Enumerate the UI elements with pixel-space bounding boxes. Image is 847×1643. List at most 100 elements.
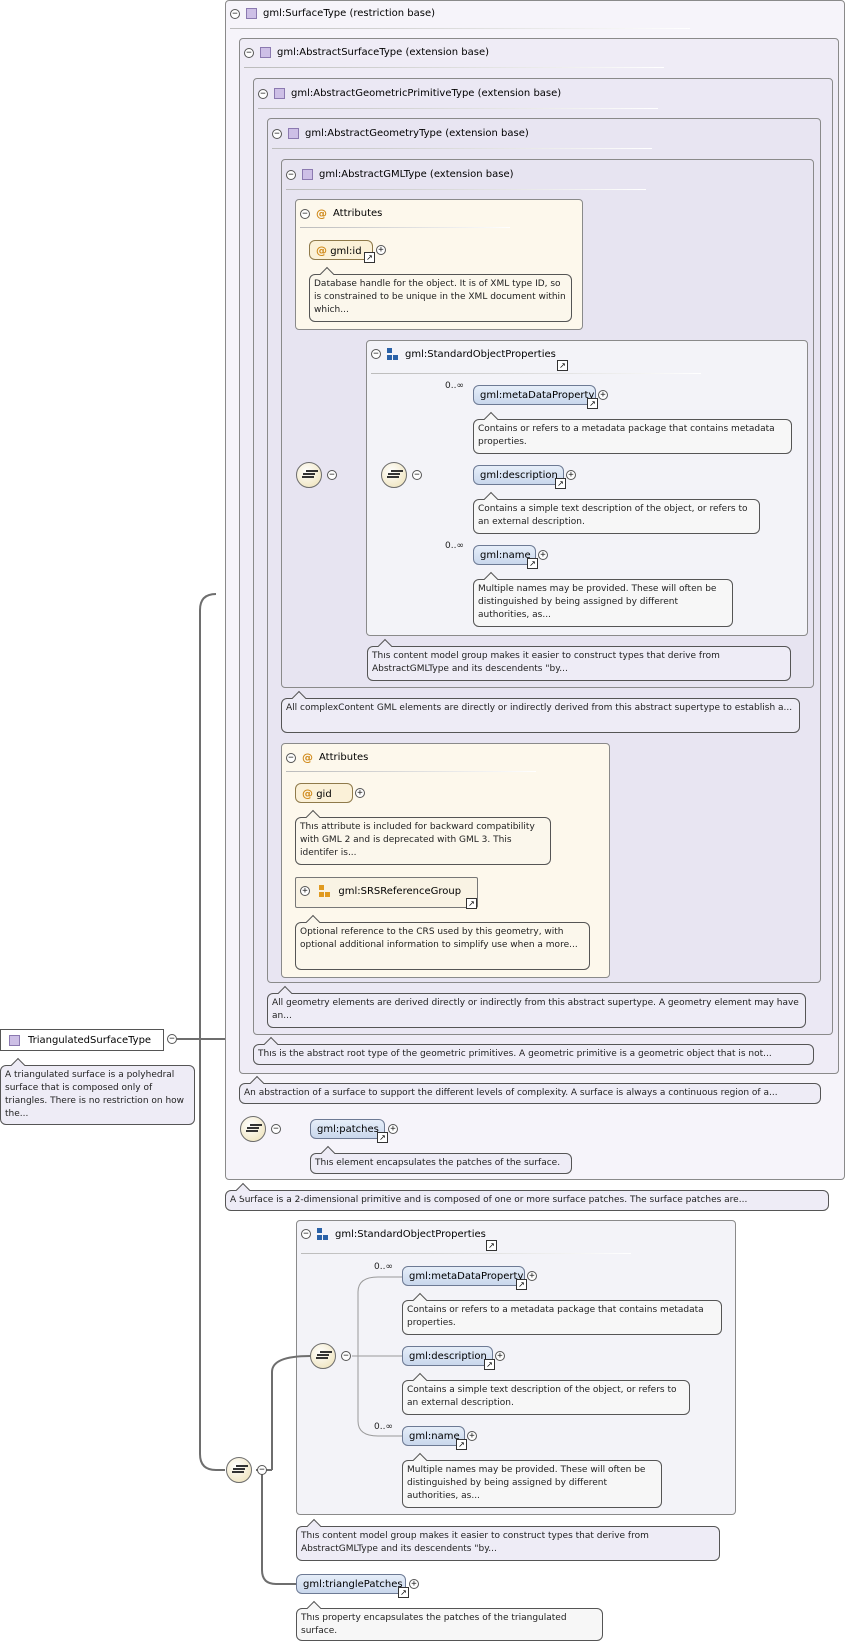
abstract-surface-header: − gml:AbstractSurfaceType (extension bas… [244, 47, 489, 58]
cardinality: 0..∞ [374, 1262, 393, 1272]
sequence-icon[interactable] [240, 1116, 266, 1142]
abstract-geo-prim-doc: This is the abstract root type of the ge… [253, 1044, 814, 1065]
abstract-gml-label: gml:AbstractGMLType (extension base) [319, 169, 514, 180]
patches-element[interactable]: gml:patches [310, 1119, 385, 1139]
description-element[interactable]: gml:description [473, 465, 564, 485]
meta-data-property-doc: Contains or refers to a metadata package… [402, 1300, 722, 1335]
attribute-icon: @ [316, 244, 327, 257]
collapse-icon[interactable]: − [341, 1351, 351, 1361]
attributes-header: − @ Attributes [286, 751, 368, 764]
collapse-icon[interactable]: − [230, 8, 240, 19]
srs-reference-group[interactable]: + gml:SRSReferenceGroup [295, 877, 478, 908]
link-icon[interactable]: ↗ [527, 558, 538, 569]
element-label: gml:name [409, 1431, 460, 1442]
meta-data-property-element[interactable]: gml:metaDataProperty [473, 385, 596, 405]
expand-icon[interactable]: + [538, 550, 548, 560]
collapse-icon[interactable]: − [258, 88, 268, 99]
complex-type-icon [288, 128, 299, 139]
gid-label: gid [316, 789, 332, 800]
collapse-icon[interactable]: − [244, 47, 254, 58]
srs-group-label: gml:SRSReferenceGroup [338, 886, 462, 897]
link-icon[interactable]: ↗ [466, 898, 477, 909]
description-doc: Contains a simple text description of th… [473, 499, 760, 534]
expand-icon[interactable]: + [355, 788, 365, 798]
description-element[interactable]: gml:description [402, 1346, 493, 1366]
collapse-icon[interactable]: − [327, 470, 337, 480]
expand-icon[interactable]: + [566, 470, 576, 480]
collapse-icon[interactable]: − [257, 1465, 267, 1475]
std-obj-props-1-doc: This content model group makes it easier… [367, 646, 791, 681]
link-icon[interactable]: ↗ [486, 1240, 497, 1251]
srs-group-doc: Optional reference to the CRS used by th… [295, 922, 590, 970]
gml-id-doc: Database handle for the object. It is of… [309, 274, 572, 322]
abstract-geo-prim-header: − gml:AbstractGeometricPrimitiveType (ex… [258, 88, 561, 99]
element-label: gml:description [409, 1351, 487, 1362]
link-icon[interactable]: ↗ [555, 478, 566, 489]
patches-doc: This element encapsulates the patches of… [310, 1153, 572, 1174]
link-icon[interactable]: ↗ [557, 360, 568, 371]
expand-icon[interactable]: + [467, 1431, 477, 1441]
element-label: gml:metaDataProperty [480, 390, 595, 401]
gid-doc: This attribute is included for backward … [295, 817, 551, 865]
cardinality: 0..∞ [445, 381, 464, 391]
abstract-geometry-doc: All geometry elements are derived direct… [267, 993, 806, 1028]
link-icon[interactable]: ↗ [587, 398, 598, 409]
root-type-doc: A triangulated surface is a polyhedral s… [0, 1065, 195, 1125]
gid-attribute[interactable]: @ gid [295, 783, 353, 803]
group-label: gml:StandardObjectProperties [405, 348, 556, 360]
complex-type-icon [246, 8, 257, 19]
abstract-surface-doc: An abstraction of a surface to support t… [239, 1083, 821, 1104]
sequence-icon[interactable] [226, 1457, 252, 1483]
sequence-icon[interactable] [381, 462, 407, 488]
collapse-icon[interactable]: − [412, 470, 422, 480]
collapse-icon[interactable]: − [371, 349, 381, 359]
link-icon[interactable]: ↗ [377, 1132, 388, 1143]
link-icon[interactable]: ↗ [516, 1279, 527, 1290]
expand-icon[interactable]: + [388, 1124, 398, 1134]
abstract-geometry-header: − gml:AbstractGeometryType (extension ba… [272, 128, 529, 139]
expand-icon[interactable]: + [300, 886, 310, 896]
gml-name-doc: Multiple names may be provided. These wi… [402, 1460, 662, 1508]
std-obj-props-2-doc: This content model group makes it easier… [296, 1526, 720, 1561]
link-icon[interactable]: ↗ [484, 1359, 495, 1370]
expand-icon[interactable]: + [409, 1579, 419, 1589]
collapse-icon[interactable]: − [300, 208, 310, 219]
expand-icon[interactable]: + [495, 1351, 505, 1361]
expand-icon[interactable]: + [527, 1271, 537, 1281]
meta-data-property-element[interactable]: gml:metaDataProperty [402, 1266, 525, 1286]
abstract-surface-label: gml:AbstractSurfaceType (extension base) [277, 47, 490, 58]
collapse-icon[interactable]: − [271, 1124, 281, 1134]
complex-type-icon [9, 1034, 20, 1046]
gml-name-doc: Multiple names may be provided. These wi… [473, 579, 733, 627]
link-icon[interactable]: ↗ [456, 1439, 467, 1450]
attribute-group-icon [319, 885, 331, 897]
complex-type-icon [260, 47, 271, 58]
collapse-icon[interactable]: − [286, 752, 296, 763]
surface-type-header: − gml:SurfaceType (restriction base) [230, 8, 435, 19]
collapse-icon[interactable]: − [272, 128, 282, 139]
triangulated-surface-type-box[interactable]: TriangulatedSurfaceType [0, 1029, 164, 1051]
attribute-icon: @ [302, 751, 313, 764]
surface-type-label: gml:SurfaceType (restriction base) [263, 8, 436, 19]
complex-type-icon [302, 169, 313, 180]
element-label: gml:name [480, 550, 531, 561]
sequence-icon[interactable] [310, 1343, 336, 1369]
root-type-label: TriangulatedSurfaceType [28, 1034, 152, 1046]
collapse-icon[interactable]: − [167, 1034, 177, 1044]
link-icon[interactable]: ↗ [364, 252, 375, 263]
expand-icon[interactable]: + [376, 245, 386, 255]
attributes-label: Attributes [333, 208, 383, 219]
expand-icon[interactable]: + [598, 390, 608, 400]
sequence-icon[interactable] [296, 462, 322, 488]
group-header: − gml:StandardObjectProperties [371, 348, 556, 360]
gml-id-label: gml:id [330, 246, 362, 257]
triangle-patches-doc: This property encapsulates the patches o… [296, 1608, 603, 1641]
abstract-geo-prim-label: gml:AbstractGeometricPrimitiveType (exte… [291, 88, 562, 99]
cardinality: 0..∞ [374, 1422, 393, 1432]
collapse-icon[interactable]: − [286, 169, 296, 180]
description-doc: Contains a simple text description of th… [402, 1380, 690, 1415]
link-icon[interactable]: ↗ [398, 1587, 409, 1598]
surface-type-doc: A Surface is a 2-dimensional primitive a… [225, 1190, 829, 1211]
element-label: gml:metaDataProperty [409, 1271, 524, 1282]
triangle-patches-element[interactable]: gml:trianglePatches [296, 1574, 406, 1594]
